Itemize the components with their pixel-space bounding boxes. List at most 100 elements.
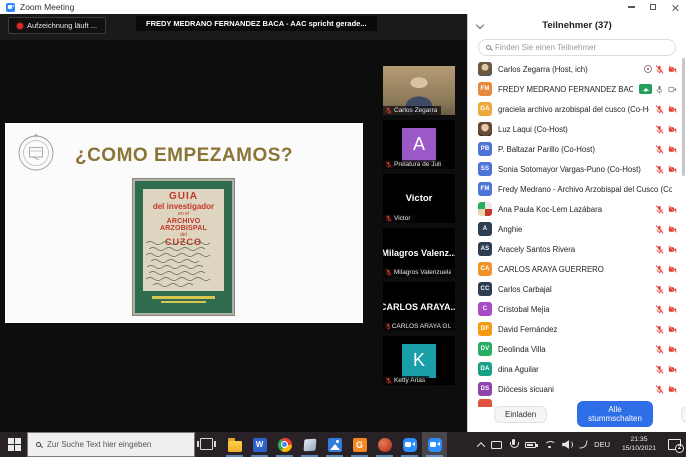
avatar: C (478, 302, 492, 316)
file-explorer-icon[interactable] (222, 432, 247, 457)
camera-off-icon (667, 325, 678, 334)
avatar (478, 202, 492, 216)
participant-row[interactable]: CCCarlos Carbajal (468, 279, 686, 299)
participant-list: Carlos Zegarra (Host, ich) FMFREDY MEDRAN… (468, 59, 686, 399)
book-title-line: GUIA (143, 192, 224, 203)
scrollbar-thumb[interactable] (682, 58, 685, 176)
task-view-icon[interactable] (200, 438, 213, 450)
taskbar-search[interactable] (27, 432, 195, 457)
participant-row[interactable]: AAnghie (468, 219, 686, 239)
video-tile[interactable]: APrelatura de Juli (383, 120, 455, 169)
zoom-icon[interactable] (397, 432, 422, 457)
taskbar-search-input[interactable] (47, 440, 186, 449)
avatar: SS (478, 162, 492, 176)
participant-search[interactable] (478, 39, 676, 56)
battery-icon[interactable] (525, 442, 536, 448)
mic-muted-icon (655, 365, 664, 374)
tray-time: 21:35 (617, 436, 661, 445)
recording-label: Aufzeichnung läuft ... (27, 21, 97, 30)
mute-all-button[interactable]: Alle stummschalten (577, 401, 653, 427)
video-tile[interactable]: VictorVictor (383, 174, 455, 223)
participant-row[interactable]: Ana Paula Koc-Lem Lazábara (468, 199, 686, 219)
keyboard-language[interactable]: DEU (594, 440, 610, 449)
video-tile-label: Prelatura de Juli (383, 160, 445, 169)
camera-off-icon (667, 225, 678, 234)
photos-icon[interactable] (322, 432, 347, 457)
chrome-icon[interactable] (272, 432, 297, 457)
speaker-icon[interactable] (562, 440, 573, 449)
display-tray-icon[interactable] (491, 441, 502, 449)
participant-row[interactable]: FMFREDY MEDRANO FERNANDEZ BACA ... (Co-H… (468, 79, 686, 99)
participant-search-input[interactable] (495, 43, 668, 52)
notification-center-icon[interactable]: 2 (668, 439, 681, 450)
g-app-icon[interactable] (347, 432, 372, 457)
participant-row[interactable]: GAgraciela archivo arzobispal del cusco … (468, 99, 686, 119)
avatar: DV (478, 342, 492, 356)
slide-title: ¿COMO EMPEZAMOS? (5, 145, 363, 167)
video-tile[interactable]: KKetty Arias (383, 336, 455, 385)
invite-button[interactable]: Einladen (494, 406, 547, 423)
taskbar-app-icons (222, 432, 447, 457)
tray-expand-icon[interactable] (477, 442, 485, 450)
participant-status-icons (655, 165, 678, 174)
powerpoint-icon[interactable] (372, 432, 397, 457)
avatar: DA (478, 362, 492, 376)
word-icon[interactable] (247, 432, 272, 457)
notes-icon[interactable] (297, 432, 322, 457)
participant-row[interactable]: DVDeolinda Villa (468, 339, 686, 359)
video-tile-name-text: Milagros Valenz... (383, 248, 455, 258)
participant-row[interactable]: PBP. Baltazar Parillo (Co-Host) (468, 139, 686, 159)
mic-muted-icon (655, 245, 664, 254)
recording-indicator[interactable]: Aufzeichnung läuft ... (8, 17, 106, 34)
book-title-line: ARCHIVO ARZOBISPAL (143, 218, 224, 233)
camera-off-icon (667, 245, 678, 254)
video-tile[interactable]: Milagros Valenz...Milagros Valenzuela (383, 228, 455, 277)
participant-row[interactable]: SSSonia Sotomayor Vargas-Puno (Co-Host) (468, 159, 686, 179)
mic-muted-icon (655, 145, 664, 154)
more-options-button[interactable]: ... (681, 406, 686, 423)
mic-muted-icon (385, 215, 392, 222)
zoom-app-icon (6, 3, 15, 12)
microphone-tray-icon[interactable] (509, 439, 518, 450)
video-tile[interactable]: CARLOS ARAYA...CARLOS ARAYA GUERRERO (383, 282, 455, 331)
participant-row[interactable]: DFDavid Fernández (468, 319, 686, 339)
participant-name: graciela archivo arzobispal del cusco (C… (498, 105, 649, 114)
participant-name: Ana Paula Koc-Lem Lazábara (498, 205, 649, 214)
book-title-line: en el (143, 212, 224, 217)
mic-muted-icon (655, 125, 664, 134)
mic-muted-icon (385, 323, 390, 330)
video-tile-name-text: Victor (406, 193, 433, 204)
participant-row[interactable]: Carlos Zegarra (Host, ich) (468, 59, 686, 79)
taskbar-clock[interactable]: 21:35 15/10/2021 (617, 436, 661, 453)
camera-off-icon (667, 65, 678, 74)
book-footer-caption (143, 294, 224, 308)
mic-muted-icon (385, 161, 392, 168)
participant-status-icons (655, 365, 678, 374)
network-icon[interactable] (543, 440, 555, 449)
participant-row[interactable]: DAdina Aguilar (468, 359, 686, 379)
close-button[interactable] (664, 0, 686, 14)
avatar: FM (478, 182, 492, 196)
camera-off-icon (667, 145, 678, 154)
avatar: CC (478, 282, 492, 296)
participant-status-icons (655, 105, 678, 114)
participant-row[interactable]: ASAracely Santos Rivera (468, 239, 686, 259)
participant-name: Anghie (498, 225, 649, 234)
letter-avatar: A (402, 128, 436, 162)
participant-row[interactable]: CACARLOS ARAYA GUERRERO (468, 259, 686, 279)
participant-row[interactable]: FMFredy Medrano - Archivo Arzobispal del… (468, 179, 686, 199)
video-tile[interactable]: Carlos Zegarra (383, 66, 455, 115)
mic-muted-icon (655, 105, 664, 114)
minimize-button[interactable] (620, 0, 642, 14)
participant-row[interactable]: CCristobal Mejia (468, 299, 686, 319)
participant-status-icons (655, 245, 678, 254)
zoom-icon[interactable] (422, 432, 447, 457)
maximize-button[interactable] (642, 0, 664, 14)
participant-row[interactable]: DSDiócesis sicuani (468, 379, 686, 399)
participant-name: Carlos Zegarra (Host, ich) (498, 65, 638, 74)
start-button[interactable] (8, 438, 21, 451)
window-title: Zoom Meeting (20, 2, 74, 12)
headset-tray-icon[interactable] (580, 440, 588, 450)
participants-panel: Teilnehmer (37) Carlos Zegarra (Host, ic… (467, 14, 686, 432)
participant-row[interactable]: Luz Laqui (Co-Host) (468, 119, 686, 139)
